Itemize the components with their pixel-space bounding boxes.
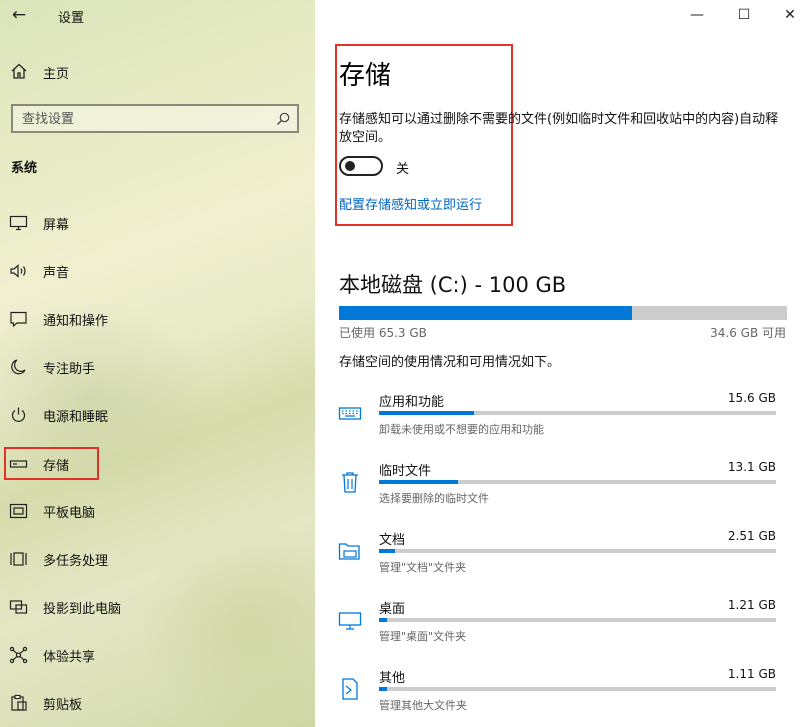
category-size: 13.1 GB: [727, 460, 776, 474]
category-name: 桌面: [379, 602, 406, 617]
sidebar-item-sound[interactable]: 声音: [0, 253, 315, 289]
moon-icon: [11, 359, 26, 375]
sidebar-item-label: 平板电脑: [43, 506, 96, 521]
clipboard-icon: [11, 694, 27, 711]
category-desktop[interactable]: 桌面 1.21 GB 管理"桌面"文件夹: [315, 598, 805, 658]
power-icon: [11, 407, 26, 422]
disk-usage-fill: [339, 306, 632, 320]
sidebar-item-label: 专注助手: [43, 362, 96, 377]
disk-usage-bar: [339, 306, 787, 320]
category-other[interactable]: 其他 1.11 GB 管理其他大文件夹: [315, 667, 805, 727]
sidebar-item-label: 电源和睡眠: [43, 410, 109, 425]
sidebar-item-label: 通知和操作: [43, 314, 109, 329]
sidebar-item-focus-assist[interactable]: 专注助手: [0, 349, 315, 385]
sidebar-item-clipboard[interactable]: 剪贴板: [0, 685, 315, 721]
sidebar-item-tablet[interactable]: 平板电脑: [0, 493, 315, 529]
sidebar-item-multitasking[interactable]: 多任务处理: [0, 541, 315, 577]
category-size: 2.51 GB: [727, 529, 776, 543]
sidebar-item-label: 剪贴板: [43, 698, 83, 713]
sidebar-item-notifications[interactable]: 通知和操作: [0, 301, 315, 337]
keyboard-icon: [338, 407, 362, 420]
category-bar: [379, 411, 776, 415]
page-title: 存储: [339, 61, 392, 91]
home-icon: [11, 63, 27, 79]
folder-icon: [338, 543, 360, 560]
category-size: 1.11 GB: [727, 667, 776, 681]
category-documents[interactable]: 文档 2.51 GB 管理"文档"文件夹: [315, 529, 805, 589]
sidebar-item-label: 屏幕: [43, 218, 70, 233]
category-bar: [379, 480, 776, 484]
speaker-icon: [10, 264, 26, 278]
search-icon[interactable]: [275, 111, 291, 127]
navigation-pane: ← 设置 主页 系统 屏幕 声音 通知和操作: [0, 0, 315, 727]
project-icon: [9, 600, 28, 614]
tablet-icon: [9, 503, 28, 519]
disk-used-label: 已使用 65.3 GB: [339, 326, 427, 340]
category-name: 其他: [379, 671, 406, 686]
category-description: 卸载未使用或不想要的应用和功能: [379, 423, 544, 436]
category-size: 1.21 GB: [727, 598, 776, 612]
category-name: 文档: [379, 533, 406, 548]
disk-title: 本地磁盘 (C:) - 100 GB: [339, 273, 567, 297]
share-icon: [9, 646, 28, 664]
search-input[interactable]: [22, 109, 262, 129]
category-temp-files[interactable]: 临时文件 13.1 GB 选择要删除的临时文件: [315, 460, 805, 520]
selection-highlight-box: [4, 447, 99, 480]
category-bar-fill: [379, 411, 475, 415]
minimize-button[interactable]: —: [683, 3, 711, 27]
storage-sense-toggle[interactable]: [339, 156, 383, 176]
sidebar-item-label: 多任务处理: [43, 554, 109, 569]
section-label-system: 系统: [11, 161, 38, 176]
category-description: 管理"文档"文件夹: [379, 561, 467, 574]
toggle-knob: [345, 161, 355, 171]
multitask-icon: [10, 552, 27, 566]
storage-sense-description: 存储感知可以通过删除不需要的文件(例如临时文件和回收站中的内容)自动释放空间。: [339, 112, 779, 145]
sidebar-item-power-sleep[interactable]: 电源和睡眠: [0, 397, 315, 433]
category-bar: [379, 618, 776, 622]
sidebar-item-label: 声音: [43, 266, 70, 281]
configure-storage-sense-link[interactable]: 配置存储感知或立即运行: [339, 194, 482, 213]
content-pane: — ☐ ✕ 存储 存储感知可以通过删除不需要的文件(例如临时文件和回收站中的内容…: [315, 0, 805, 727]
disk-available-label: 34.6 GB 可用: [710, 326, 786, 340]
other-icon: [342, 678, 358, 700]
desktop-icon: [338, 612, 362, 630]
category-description: 管理"桌面"文件夹: [379, 630, 467, 643]
category-bar: [379, 549, 776, 553]
sidebar-item-label: 体验共享: [43, 650, 96, 665]
nav-home[interactable]: 主页: [0, 56, 315, 88]
category-bar: [379, 687, 776, 691]
category-apps-features[interactable]: 应用和功能 15.6 GB 卸载未使用或不想要的应用和功能: [315, 391, 805, 451]
sidebar-item-label: 投影到此电脑: [43, 602, 122, 617]
category-size: 15.6 GB: [727, 391, 776, 405]
category-bar-fill: [379, 687, 387, 691]
category-bar-fill: [379, 618, 387, 622]
toggle-state-label: 关: [396, 162, 410, 177]
monitor-icon: [9, 215, 28, 231]
close-button[interactable]: ✕: [776, 3, 804, 27]
category-bar-fill: [379, 549, 395, 553]
sidebar-item-display[interactable]: 屏幕: [0, 205, 315, 241]
nav-home-label: 主页: [43, 67, 70, 82]
category-name: 应用和功能: [379, 395, 445, 410]
back-button[interactable]: ←: [8, 4, 30, 26]
notification-icon: [10, 311, 27, 328]
search-box[interactable]: [11, 104, 299, 133]
app-title: 设置: [58, 11, 85, 26]
category-description: 选择要删除的临时文件: [379, 492, 489, 505]
category-bar-fill: [379, 480, 459, 484]
maximize-button[interactable]: ☐: [730, 3, 758, 27]
category-name: 临时文件: [379, 464, 432, 479]
trash-icon: [342, 472, 358, 493]
usage-description: 存储空间的使用情况和可用情况如下。: [339, 355, 561, 370]
sidebar-item-project-to-pc[interactable]: 投影到此电脑: [0, 589, 315, 625]
category-description: 管理其他大文件夹: [379, 699, 467, 712]
sidebar-item-shared-experiences[interactable]: 体验共享: [0, 637, 315, 673]
